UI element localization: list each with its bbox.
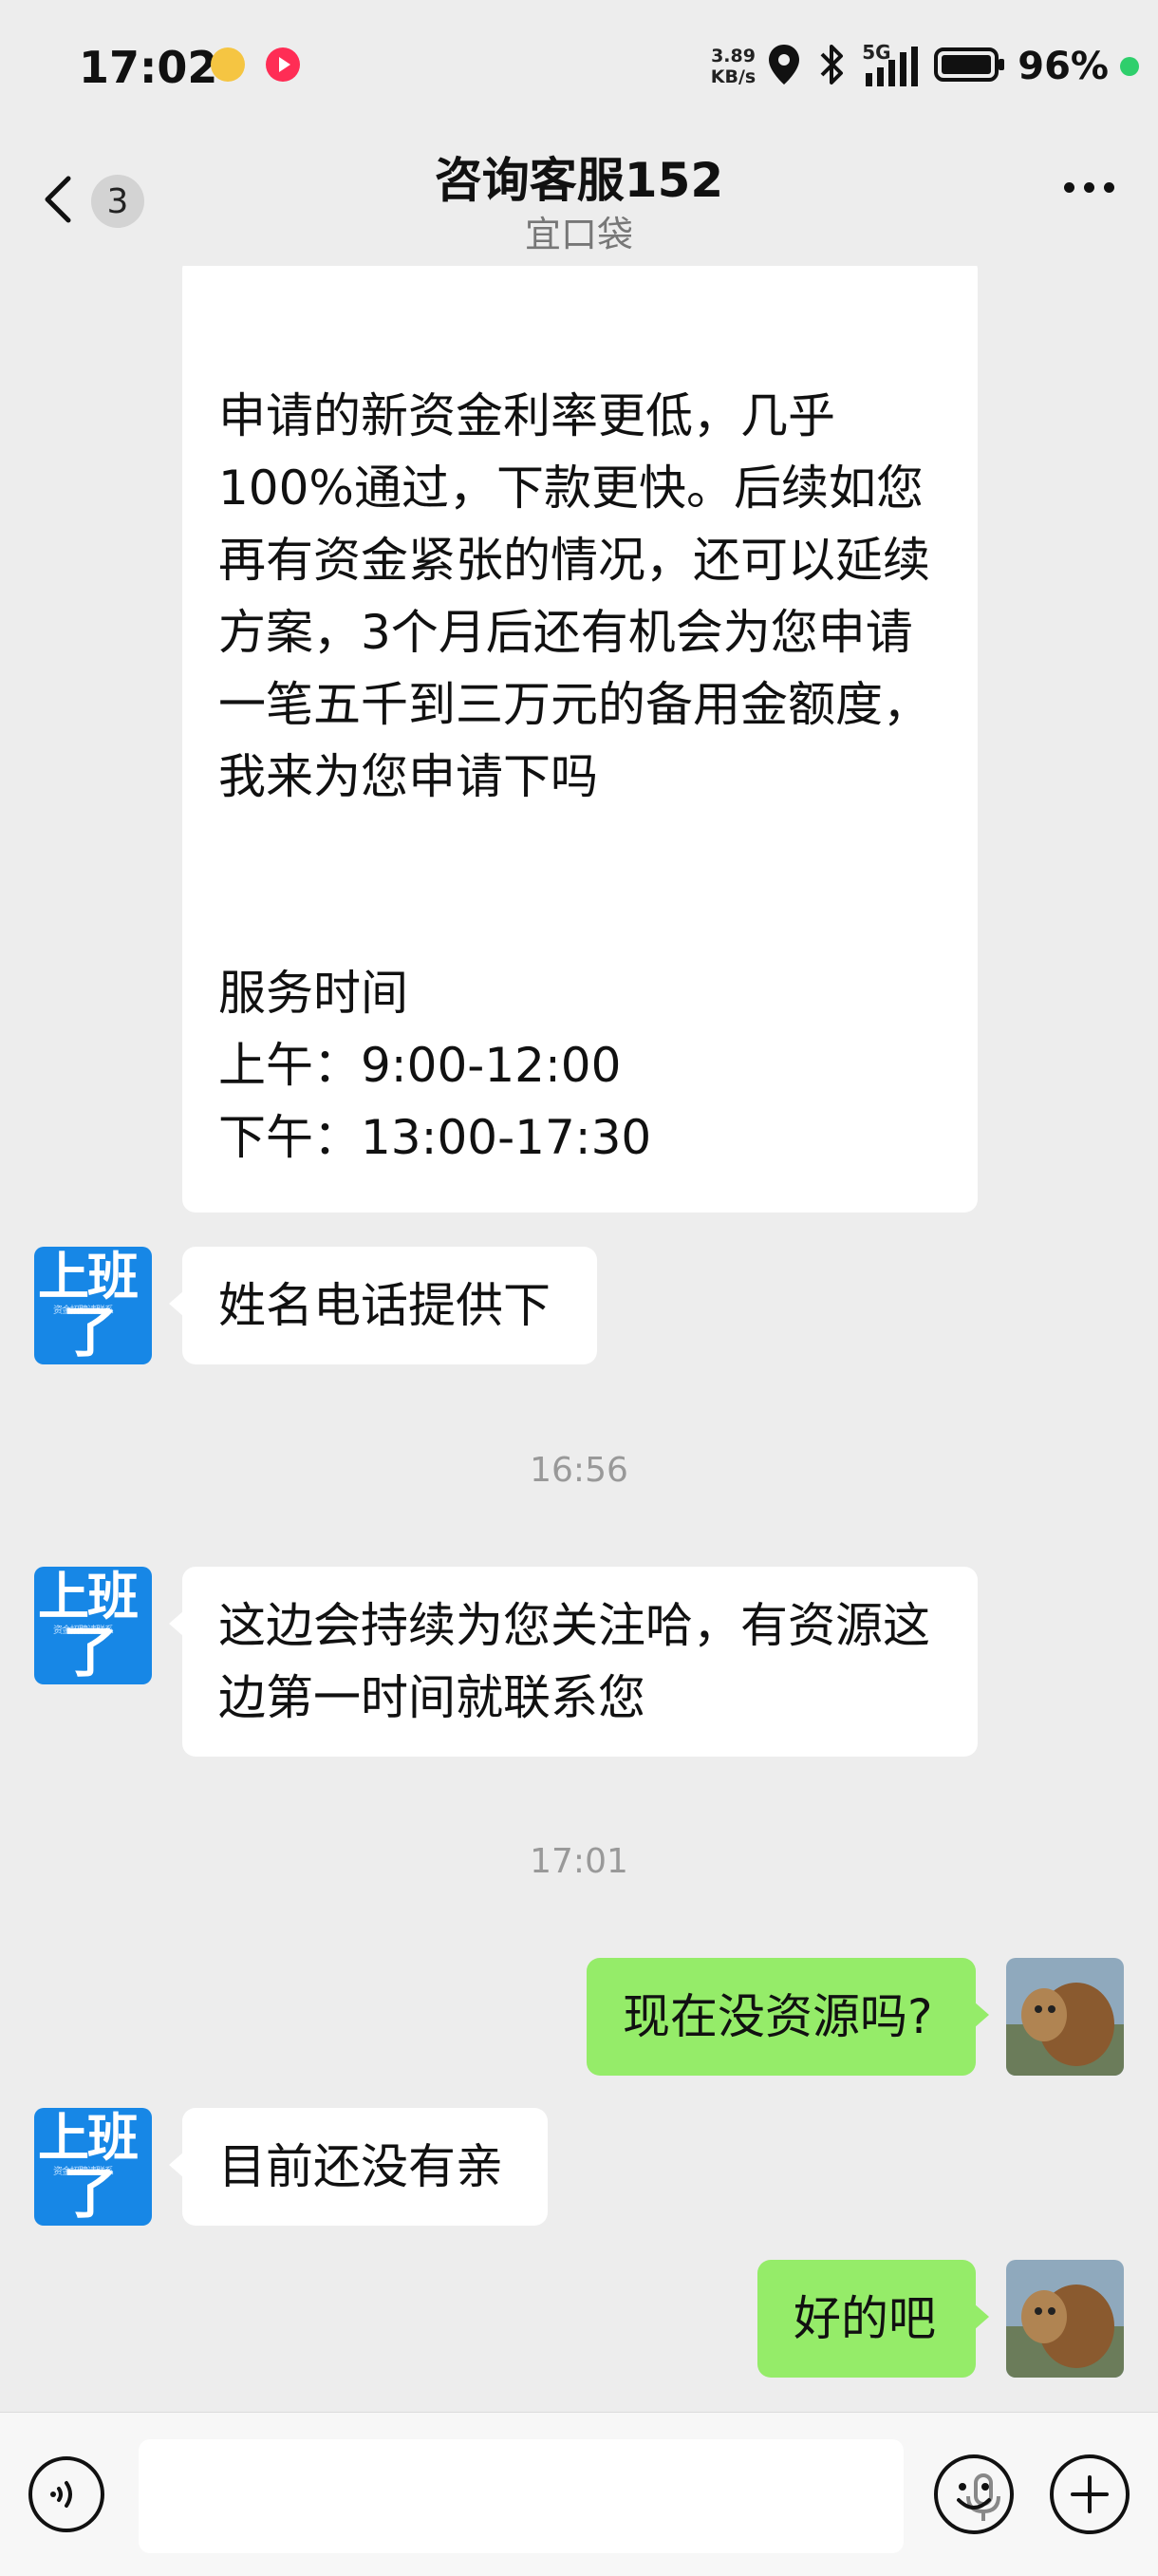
user-avatar[interactable] [1006, 1958, 1124, 2076]
avatar-text-line1: 上班 [38, 1247, 139, 1307]
more-options-button[interactable] [1064, 182, 1114, 193]
message-input[interactable] [139, 2439, 1000, 2553]
more-dot-icon [1064, 182, 1074, 193]
signal-icon: 5G [862, 41, 923, 88]
avatar-text-line1: 上班 [38, 1567, 139, 1626]
privacy-dot [1120, 57, 1139, 76]
message-text-line: 这边会持续为您关注哈，有资源这 [218, 1598, 930, 1653]
service-hours-title: 服务时间 [218, 966, 408, 1021]
message-timestamp: 17:01 [530, 1842, 628, 1881]
notification-app-icon [211, 47, 245, 82]
chat-title: 咨询客服152 [434, 153, 724, 208]
message-text: 姓名电话提供下 [218, 1278, 551, 1333]
emoji-icon[interactable] [934, 2454, 1014, 2534]
message-bubble-received[interactable]: 申请的新资金利率更低，几乎 100%通过，下款更快。后续如您 再有资金紧张的情况… [182, 266, 978, 1213]
back-button[interactable]: 3 [40, 173, 154, 230]
message-bubble-sent[interactable]: 现在没资源吗? [587, 1958, 989, 2076]
avatar-text-line1: 上班 [38, 2108, 139, 2168]
message-bubble-received[interactable]: 目前还没有亲 [169, 2108, 548, 2226]
message-text-line: 方案，3个月后还有机会为您申请 [218, 605, 913, 660]
voice-icon[interactable] [28, 2456, 104, 2532]
message-text-line: 申请的新资金利率更低，几乎 [218, 388, 835, 443]
message-bubble-received[interactable]: 姓名电话提供下 [169, 1247, 597, 1364]
battery-icon [934, 46, 1006, 87]
bluetooth-icon [812, 43, 850, 90]
message-text-line: 再有资金紧张的情况，还可以延续 [218, 533, 930, 588]
unread-badge: 3 [91, 175, 144, 228]
message-text: 好的吧 [794, 2291, 936, 2346]
status-right-group: 3.89 KB/s 5G 96% [711, 38, 1139, 95]
avatar-text-line2: 了 [63, 1300, 119, 1364]
message-bubble-sent[interactable]: 好的吧 [757, 2260, 989, 2378]
chevron-left-icon [40, 173, 78, 230]
net-speed-unit: KB/s [710, 66, 756, 87]
message-list[interactable]: 申请的新资金利率更低，几乎 100%通过，下款更快。后续如您 再有资金紧张的情况… [0, 266, 1158, 2412]
message-text-line: 边第一时间就联系您 [218, 1670, 645, 1725]
message-bubble-received[interactable]: 这边会持续为您关注哈，有资源这 边第一时间就联系您 [169, 1567, 978, 1757]
status-bar: 17:02 3.89 KB/s 5G 96% [0, 0, 1158, 133]
chat-header: 咨询客服152 宜口袋 3 [0, 133, 1158, 266]
message-timestamp: 16:56 [530, 1451, 628, 1490]
status-time: 17:02 [79, 42, 218, 93]
message-text-line: 我来为您申请下吗 [218, 749, 598, 804]
net-speed: 3.89 KB/s [711, 46, 756, 87]
battery-percent: 96% [1018, 45, 1109, 88]
chat-subtitle: 宜口袋 [524, 214, 633, 255]
location-icon [767, 43, 801, 90]
net-speed-value: 3.89 [711, 46, 756, 66]
plus-icon[interactable] [1050, 2454, 1130, 2534]
message-text-line: 一笔五千到三万元的备用金额度， [218, 677, 930, 732]
avatar-text-line2: 了 [63, 1620, 119, 1684]
customer-service-avatar[interactable]: 上班 资金招聘请联系 了 [34, 1567, 152, 1684]
service-hours-pm: 下午：13:00-17:30 [218, 1110, 652, 1165]
message-text-line: 100%通过，下款更快。后续如您 [218, 461, 924, 516]
user-avatar[interactable] [1006, 2260, 1124, 2378]
video-app-icon [266, 47, 300, 82]
message-text: 现在没资源吗? [623, 1989, 933, 2044]
more-dot-icon [1084, 182, 1094, 193]
customer-service-avatar[interactable]: 上班 资金招聘请联系 了 [34, 1247, 152, 1364]
service-hours-am: 上午：9:00-12:00 [218, 1038, 622, 1093]
customer-service-avatar[interactable]: 上班 资金招聘请联系 了 [34, 2108, 152, 2226]
avatar-text-line2: 了 [63, 2161, 119, 2226]
input-bar [0, 2412, 1158, 2576]
more-dot-icon [1104, 182, 1114, 193]
message-text: 目前还没有亲 [218, 2139, 503, 2194]
